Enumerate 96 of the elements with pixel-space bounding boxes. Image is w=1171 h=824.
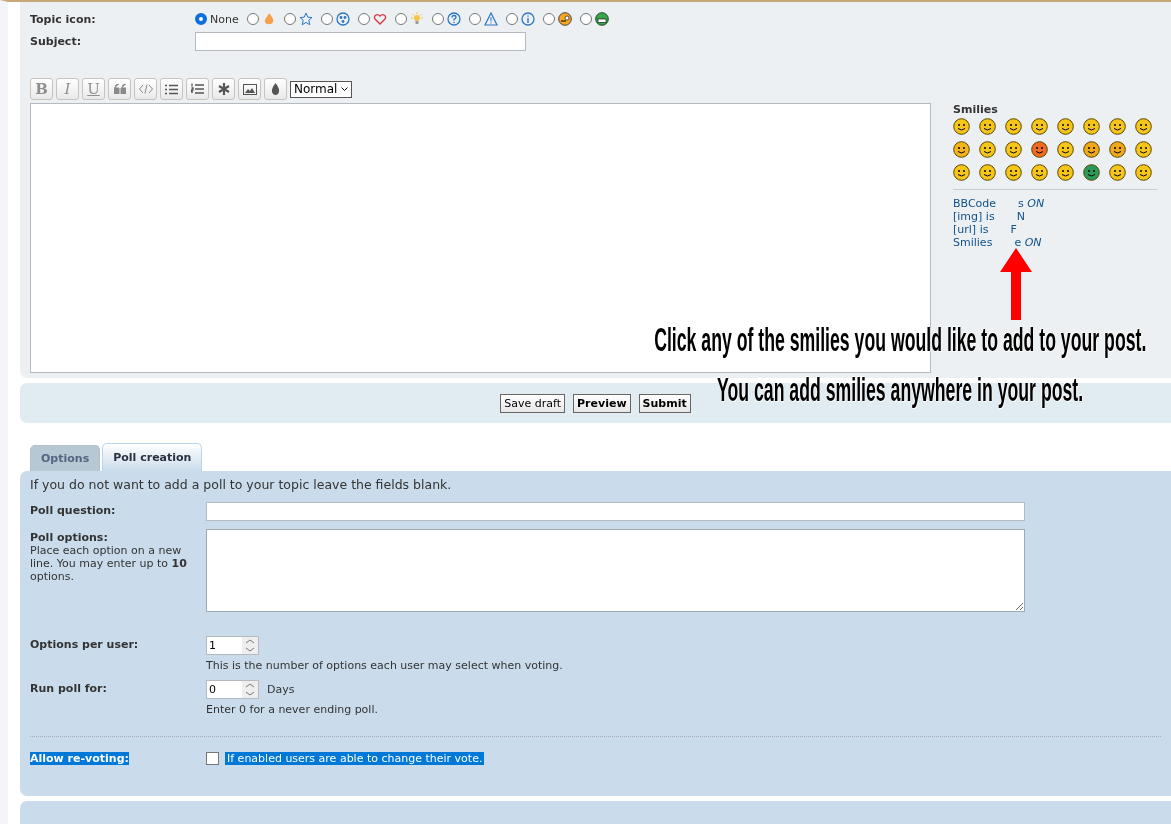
status-text: F [1010,223,1017,236]
grin-icon [594,12,609,26]
radiation-icon [335,12,350,26]
field-label: Options per user: [30,637,140,653]
smiley-icon[interactable] [1109,118,1126,135]
font-size-select[interactable]: Normal [290,80,353,98]
smiley-icon[interactable] [1135,164,1152,181]
toolbar-button[interactable] [238,78,261,100]
smiley-icon[interactable] [953,164,970,181]
numbered-list-icon [191,83,204,95]
info-icon [520,12,535,26]
status-text: e ON [1014,236,1042,249]
tab[interactable]: Poll creation [102,443,203,471]
annotation-text: You can add smilies anywhere in your post. [716,369,1083,410]
status-text: BBCode [953,197,997,210]
hint-text: Enter 0 for a never ending poll. [206,703,378,716]
toolbar-button[interactable] [108,78,131,100]
smiley-icon[interactable] [1109,164,1126,181]
field-label: Run poll for: [30,681,108,697]
heart-icon [372,12,387,26]
smiley-icon[interactable] [979,164,996,181]
lightbulb-icon [409,12,424,26]
field-label: Poll options: [30,530,109,544]
field-label: Subject: [30,35,83,48]
spinner-arrows-icon[interactable] [242,681,258,698]
subject-field[interactable] [195,32,526,51]
radio-button[interactable] [431,13,444,25]
unit-text: Days [267,683,295,696]
radio-button[interactable] [195,13,207,25]
checkbox[interactable] [206,751,219,765]
smiley-icon[interactable] [1109,141,1126,158]
hint-text: This is the number of options each user may select when voting. [206,659,563,672]
status-text: N [1016,210,1025,223]
smiley-icon[interactable] [1005,118,1022,135]
star-icon [298,12,313,26]
smiley-icon [557,12,572,26]
drop-icon [271,83,280,95]
status-text: Smilies [953,236,993,249]
smiley-icon[interactable] [1083,164,1100,181]
smiley-icon[interactable] [1135,141,1152,158]
smiley-icon[interactable] [1005,141,1022,158]
smiley-icon[interactable] [1031,118,1048,135]
field-label: Poll question: [30,503,117,519]
smiley-icon[interactable] [1083,118,1100,135]
smiley-icon[interactable] [1135,118,1152,135]
smilies-heading: Smilies [953,103,999,116]
quote-icon [113,84,126,94]
field-label: Topic icon: [30,12,97,26]
asterisk-icon [217,83,230,95]
annotation-text: Click any of the smilies you would like to add to your post. [653,319,1146,360]
radio-button[interactable] [246,13,259,25]
code-icon [138,84,153,94]
smiley-icon[interactable] [1057,141,1074,158]
smiley-icon[interactable] [953,118,970,135]
status-text: [img] is [953,210,995,223]
radio-button[interactable] [468,13,481,25]
smiley-icon[interactable] [1031,164,1048,181]
smiley-icon[interactable] [1005,164,1022,181]
smiley-icon[interactable] [1057,164,1074,181]
toolbar-button[interactable] [186,78,209,100]
warning-icon [483,12,498,26]
field-label: Allow re-voting: [30,752,129,765]
number-field[interactable]: 0 [206,680,259,699]
smiley-icon[interactable] [953,141,970,158]
form-button[interactable]: Submit [638,393,691,413]
radio-button[interactable] [505,13,518,25]
poll-options-field[interactable] [206,529,1025,612]
radio-button[interactable] [283,13,296,25]
list-icon [165,83,178,95]
toolbar-button[interactable] [264,78,287,100]
smiley-icon[interactable] [1057,118,1074,135]
smiley-icon[interactable] [979,118,996,135]
status-text: s ON [1018,197,1045,210]
question-icon [446,12,461,26]
hint-text: Place each option on a new line. You may enter up to 10 options. [30,544,188,583]
radio-button[interactable] [320,13,333,25]
caret-icon [341,86,349,92]
smiley-icon[interactable] [1083,141,1100,158]
number-field[interactable]: 1 [206,636,259,655]
smiley-icon[interactable] [979,141,996,158]
image-icon [242,83,257,95]
toolbar-button[interactable] [212,78,235,100]
smiley-icon[interactable] [1031,141,1048,158]
hint-text: If enabled users are able to change their vote. [225,751,485,765]
radio-button[interactable] [394,13,407,25]
radio-button[interactable] [357,13,370,25]
radio-button[interactable] [542,13,555,25]
spinner-arrows-icon[interactable] [242,637,258,654]
form-button[interactable]: Save draft [500,393,566,413]
form-button[interactable]: Preview [573,393,631,413]
toolbar-button[interactable] [160,78,183,100]
poll-question-field[interactable] [206,502,1025,521]
intro-text: If you do not want to add a poll to your topic leave the fields blank. [30,477,453,492]
radio-button[interactable] [579,13,592,25]
status-text: [url] is [953,223,989,236]
radio-label: None [210,12,239,26]
